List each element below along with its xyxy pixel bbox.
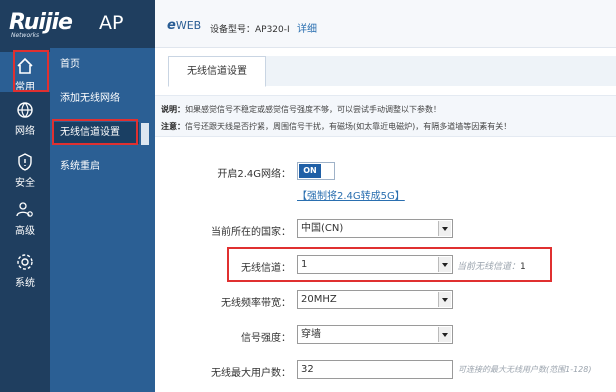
shield-icon: [18, 153, 32, 171]
rail-item-network[interactable]: 网络: [0, 100, 50, 140]
eweb-logo: eWEB: [167, 18, 202, 33]
max-users-label: 无线最大用户数：: [211, 368, 291, 379]
globe-icon: [17, 102, 33, 118]
rail-item-system[interactable]: 系统: [0, 252, 50, 292]
signal-label: 信号强度：: [241, 333, 291, 344]
highlight-box: [13, 50, 49, 92]
brand-product: AP: [99, 12, 124, 34]
rail-item-label: 网络: [15, 126, 35, 137]
active-marker: [141, 123, 149, 145]
rail-item-label: 安全: [15, 178, 35, 189]
bandwidth-label: 无线频率带宽：: [221, 298, 291, 309]
rail-item-security[interactable]: 安全: [0, 152, 50, 192]
signal-select[interactable]: 穿墙: [297, 325, 453, 344]
notice-box: 说明：如果感觉信号不稳定或感觉信号强度不够，可以尝试手动调整以下参数！ 注意：信…: [155, 95, 616, 137]
enable-24g-toggle[interactable]: ON: [297, 162, 335, 180]
tab-bar: 无线信道设置: [168, 56, 616, 87]
force-5g-link[interactable]: 【强制将2.4G转成5G】: [297, 187, 405, 202]
rail-item-label: 系统: [15, 278, 35, 289]
subnav-item-add-wlan[interactable]: 添加无线网络: [50, 88, 155, 110]
bandwidth-select[interactable]: 20MHZ: [297, 290, 453, 309]
gear-icon: [17, 254, 33, 270]
chevron-down-icon: [438, 327, 451, 342]
rail-item-advanced[interactable]: 高级: [0, 200, 50, 240]
users-gear-icon: [16, 202, 33, 217]
country-select[interactable]: 中国(CN): [297, 219, 453, 238]
chevron-down-icon: [438, 292, 451, 307]
brand-sub: Networks: [11, 32, 40, 39]
chevron-down-icon: [438, 221, 451, 236]
tab-channel-settings[interactable]: 无线信道设置: [168, 56, 266, 87]
rail-item-label: 高级: [15, 226, 35, 237]
top-header: eWEB 设备型号：AP320-I 详细: [155, 0, 616, 48]
enable-24g-label: 开启2.4G网络：: [217, 169, 291, 180]
highlight-box: [52, 119, 138, 145]
brand-logo: Ruijie Networks AP: [0, 0, 155, 48]
detail-link[interactable]: 详细: [297, 20, 317, 35]
toggle-on-label: ON: [299, 164, 321, 178]
device-model: 设备型号：AP320-I: [210, 25, 290, 35]
highlight-box: [227, 247, 552, 282]
max-users-hint: 可连接的最大无线用户数(范围1-128): [458, 365, 592, 374]
subnav-item-reboot[interactable]: 系统重启: [50, 156, 155, 178]
country-label: 当前所在的国家：: [211, 227, 291, 238]
sub-sidebar: 首页 添加无线网络 无线信道设置 系统重启: [50, 48, 155, 392]
max-users-input[interactable]: 32: [297, 360, 453, 379]
subnav-item-home[interactable]: 首页: [50, 54, 155, 76]
